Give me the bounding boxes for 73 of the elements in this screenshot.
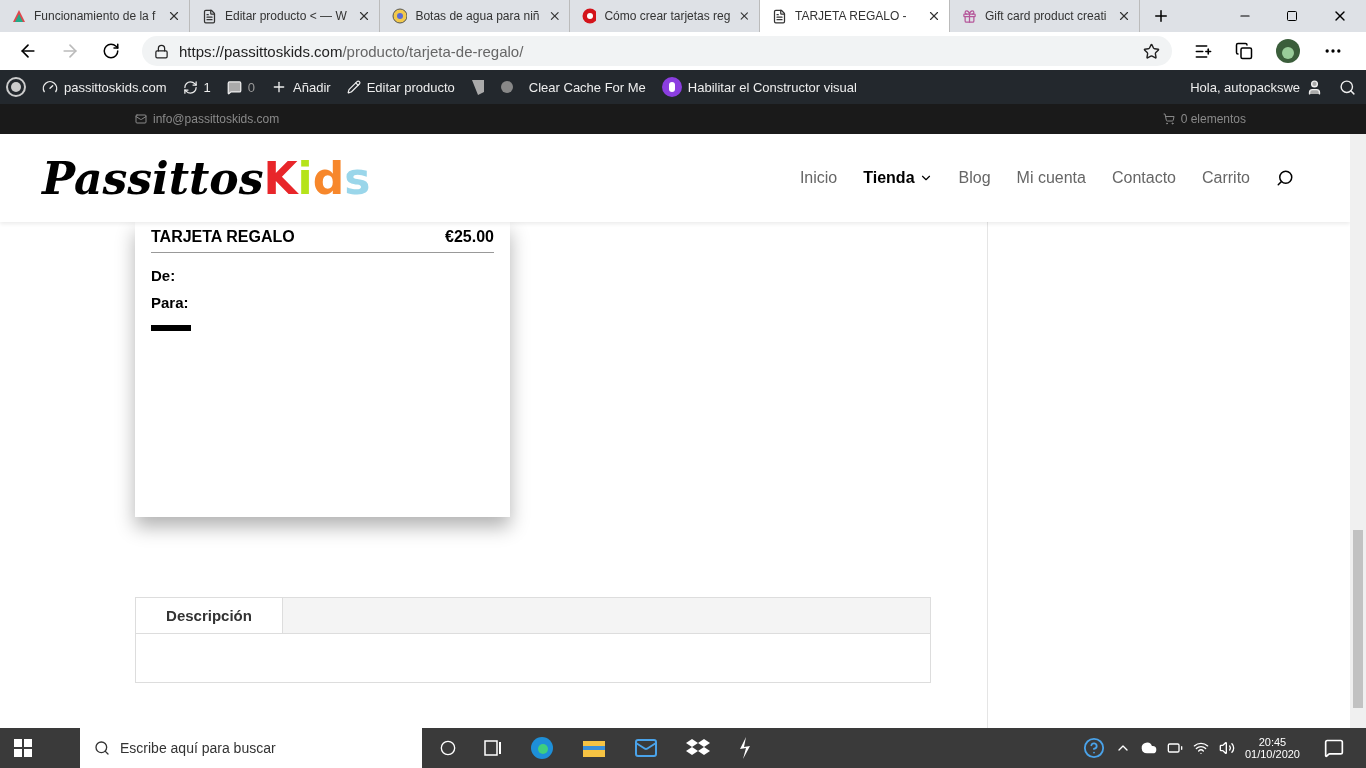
- close-icon[interactable]: [1117, 9, 1131, 23]
- browser-tab[interactable]: TARJETA REGALO -: [760, 0, 950, 32]
- favorite-icon[interactable]: [1143, 42, 1160, 60]
- site-link[interactable]: passittoskids.com: [42, 79, 167, 95]
- cart-icon: [1162, 113, 1175, 125]
- search-icon[interactable]: [1339, 78, 1356, 96]
- dash-mark: [151, 325, 191, 331]
- triangle-icon: [12, 9, 26, 23]
- time-text: 20:45: [1258, 736, 1287, 748]
- notifications-icon[interactable]: [1324, 738, 1344, 758]
- volume-icon[interactable]: [1218, 740, 1235, 756]
- avatar-icon[interactable]: [1275, 38, 1301, 64]
- scrollbar[interactable]: [1350, 134, 1366, 728]
- badge-icon: [392, 8, 408, 24]
- edge-icon[interactable]: [530, 736, 554, 760]
- collections-icon[interactable]: [1235, 42, 1253, 60]
- wordpress-icon[interactable]: [6, 77, 26, 97]
- nav-link[interactable]: Tienda: [863, 169, 933, 187]
- status-dot-icon: [500, 81, 513, 93]
- account-link[interactable]: Hola, autopackswe: [1190, 78, 1323, 96]
- app-icon[interactable]: [738, 737, 752, 759]
- new-tab-icon[interactable]: [1152, 7, 1170, 25]
- battery-icon[interactable]: [1166, 740, 1183, 756]
- card-title: TARJETA REGALO: [151, 228, 295, 246]
- cart-link[interactable]: 0 elementos: [1162, 112, 1246, 126]
- clock[interactable]: 20:45 01/10/2020: [1244, 736, 1300, 760]
- logo[interactable]: PassittosKids: [42, 152, 371, 204]
- cloud-icon[interactable]: [1140, 740, 1157, 756]
- close-icon[interactable]: [357, 9, 371, 23]
- nav-link[interactable]: Inicio: [799, 169, 838, 187]
- edit-link[interactable]: Editar producto: [346, 79, 455, 95]
- from-label: De:: [151, 267, 177, 286]
- refresh-icon: [182, 79, 198, 95]
- gift-icon: [962, 8, 977, 24]
- nav-link[interactable]: Contacto: [1111, 169, 1176, 187]
- taskbar-search[interactable]: Escribe aquí para buscar: [80, 728, 422, 768]
- card-price: €25.00: [445, 228, 494, 246]
- product-tab[interactable]: Descripción: [136, 598, 283, 633]
- pencil-icon: [346, 80, 361, 94]
- task-view-icon[interactable]: [484, 740, 502, 756]
- page-icon: [772, 8, 787, 24]
- address-bar[interactable]: https://passittoskids.com/producto/tarjeta-de-regalo/: [142, 36, 1172, 66]
- close-icon[interactable]: [738, 9, 751, 23]
- cortana-icon[interactable]: [440, 740, 456, 756]
- dashboard-icon: [42, 79, 58, 95]
- maximize-icon[interactable]: [1286, 10, 1298, 22]
- windows-icon[interactable]: [14, 739, 32, 757]
- mail-icon: [135, 113, 147, 125]
- builder-link[interactable]: Habilitar el Constructor visual: [661, 77, 857, 97]
- close-icon[interactable]: [927, 9, 941, 23]
- search-icon: [94, 740, 110, 756]
- comments-link[interactable]: 0: [226, 79, 256, 95]
- builder-icon: [661, 77, 682, 97]
- reload-icon[interactable]: [102, 42, 120, 60]
- url-text: https://passittoskids.com/producto/tarjeta-de-regalo/: [179, 42, 524, 60]
- nav-link[interactable]: Blog: [958, 169, 991, 187]
- add-link[interactable]: Añadir: [271, 79, 331, 95]
- search-icon[interactable]: [1276, 169, 1294, 187]
- wifi-icon[interactable]: [1192, 740, 1209, 756]
- to-label: Para:: [151, 294, 190, 313]
- date-text: 01/10/2020: [1244, 748, 1300, 760]
- close-icon[interactable]: [167, 9, 181, 23]
- lock-icon: [154, 43, 169, 59]
- mail-icon[interactable]: [634, 736, 658, 760]
- cache-link[interactable]: Clear Cache For Me: [528, 79, 646, 95]
- email-link[interactable]: info@passittoskids.com: [135, 112, 280, 126]
- help-icon[interactable]: [1082, 737, 1105, 759]
- updates-link[interactable]: 1: [182, 79, 211, 95]
- nav-link[interactable]: Mi cuenta: [1016, 169, 1086, 187]
- comment-icon: [226, 79, 242, 95]
- nav-link[interactable]: Carrito: [1202, 169, 1250, 187]
- user-icon: [1306, 78, 1323, 96]
- page-icon: [202, 8, 217, 24]
